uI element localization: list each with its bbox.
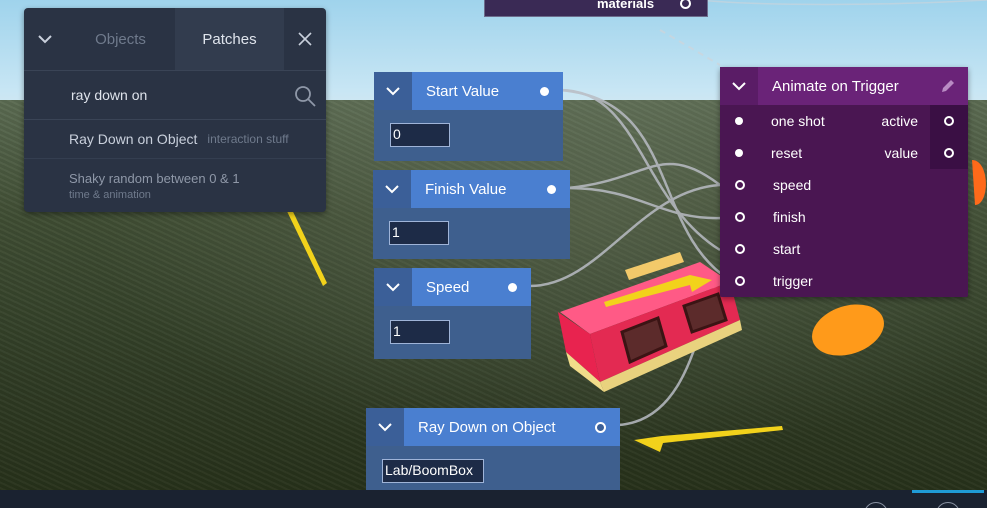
speed-input[interactable]: 1 bbox=[390, 320, 450, 344]
input-port-reset[interactable]: reset bbox=[720, 137, 802, 169]
output-socket[interactable] bbox=[930, 137, 968, 169]
port-label: value bbox=[884, 145, 918, 161]
toolbar-circle-button[interactable] bbox=[864, 502, 888, 508]
materials-label: materials bbox=[597, 0, 655, 11]
pencil-icon[interactable] bbox=[940, 78, 968, 94]
panel-tabs: Objects Patches bbox=[24, 8, 326, 71]
toolbar-circle-button[interactable] bbox=[936, 502, 960, 508]
bottom-toolbar bbox=[0, 490, 987, 508]
node-header[interactable]: Animate on Trigger bbox=[720, 67, 968, 105]
output-port-active[interactable]: active bbox=[881, 105, 968, 137]
node-header[interactable]: Finish Value bbox=[373, 170, 570, 208]
port-ring[interactable] bbox=[735, 180, 745, 190]
output-port[interactable] bbox=[508, 282, 517, 292]
node-header[interactable]: Start Value bbox=[374, 72, 563, 110]
node-header[interactable]: Ray Down on Object bbox=[366, 408, 620, 446]
port-label: one shot bbox=[771, 113, 825, 129]
chevron-down-icon[interactable] bbox=[374, 72, 412, 110]
object-path-input[interactable]: Lab/BoomBox bbox=[382, 459, 484, 483]
node-body: 0 bbox=[374, 110, 563, 161]
port-dot[interactable] bbox=[735, 149, 743, 157]
start-value-node[interactable]: Start Value 0 bbox=[374, 72, 563, 161]
search-result[interactable]: Shaky random between 0 & 1 time & animat… bbox=[24, 159, 326, 201]
search-row bbox=[24, 71, 326, 120]
chevron-down-icon[interactable] bbox=[720, 67, 758, 105]
arrow-to-ray-node bbox=[634, 426, 783, 452]
node-title: Animate on Trigger bbox=[772, 77, 899, 95]
port-label: reset bbox=[771, 145, 803, 161]
orange-object-edge bbox=[972, 160, 986, 205]
port-label: speed bbox=[773, 177, 812, 193]
port-ring[interactable] bbox=[944, 148, 954, 158]
wire-finish-value bbox=[567, 186, 723, 220]
port-ring[interactable] bbox=[944, 116, 954, 126]
finish-value-input[interactable]: 1 bbox=[389, 221, 449, 245]
collapse-chevron-icon[interactable] bbox=[24, 8, 66, 70]
port-label: start bbox=[773, 241, 801, 257]
materials-port[interactable] bbox=[680, 0, 691, 9]
node-title: Ray Down on Object bbox=[418, 418, 556, 436]
input-port-start[interactable]: start bbox=[720, 233, 800, 265]
chevron-down-icon[interactable] bbox=[374, 268, 412, 306]
tab-objects[interactable]: Objects bbox=[66, 8, 175, 70]
tab-patches[interactable]: Patches bbox=[175, 8, 284, 70]
input-port-speed[interactable]: speed bbox=[720, 169, 811, 201]
input-port-one-shot[interactable]: one shot bbox=[720, 105, 825, 137]
animate-on-trigger-node[interactable]: Animate on Trigger one shot reset speed … bbox=[720, 67, 968, 297]
node-title: Speed bbox=[426, 278, 470, 296]
output-socket[interactable] bbox=[930, 105, 968, 137]
node-body: 1 bbox=[373, 208, 570, 259]
port-ring[interactable] bbox=[735, 212, 745, 222]
speed-node[interactable]: Speed 1 bbox=[374, 268, 531, 359]
output-port[interactable] bbox=[595, 421, 606, 433]
input-port-trigger[interactable]: trigger bbox=[720, 265, 813, 297]
result-category: interaction stuff bbox=[207, 132, 289, 146]
active-indicator bbox=[912, 490, 984, 493]
port-label: trigger bbox=[773, 273, 813, 289]
result-category: time & animation bbox=[69, 189, 151, 201]
node-title: Start Value bbox=[426, 82, 500, 100]
finish-value-node[interactable]: Finish Value 1 bbox=[373, 170, 570, 259]
result-name: Shaky random between 0 & 1 bbox=[69, 171, 240, 186]
input-port-finish[interactable]: finish bbox=[720, 201, 806, 233]
port-dot[interactable] bbox=[735, 117, 743, 125]
start-value-input[interactable]: 0 bbox=[390, 123, 450, 147]
search-input[interactable] bbox=[69, 86, 273, 104]
boombox-object bbox=[558, 252, 742, 392]
node-body: 1 bbox=[374, 306, 531, 359]
output-port[interactable] bbox=[547, 184, 556, 194]
output-port-value[interactable]: value bbox=[885, 137, 968, 169]
materials-node[interactable]: materials bbox=[484, 0, 708, 17]
node-body: Lab/BoomBox bbox=[366, 446, 620, 492]
orange-disc-object bbox=[812, 304, 884, 356]
port-ring[interactable] bbox=[735, 244, 745, 254]
search-result[interactable]: Ray Down on Object interaction stuff bbox=[24, 120, 326, 159]
port-label: active bbox=[881, 113, 918, 129]
ray-down-on-object-node[interactable]: Ray Down on Object Lab/BoomBox bbox=[366, 408, 620, 492]
close-icon[interactable] bbox=[284, 8, 326, 70]
patch-search-panel: Objects Patches Ray Down on Object inter… bbox=[24, 8, 326, 212]
result-name: Ray Down on Object bbox=[69, 131, 198, 147]
chevron-down-icon[interactable] bbox=[373, 170, 411, 208]
node-title: Finish Value bbox=[425, 180, 507, 198]
chevron-down-icon[interactable] bbox=[366, 408, 404, 446]
port-ring[interactable] bbox=[735, 276, 745, 286]
viewport-3d[interactable]: materials Objects Patches Ray Down on Ob… bbox=[0, 0, 987, 508]
output-port[interactable] bbox=[540, 86, 549, 96]
search-icon[interactable] bbox=[294, 85, 316, 110]
node-header[interactable]: Speed bbox=[374, 268, 531, 306]
port-label: finish bbox=[773, 209, 806, 225]
